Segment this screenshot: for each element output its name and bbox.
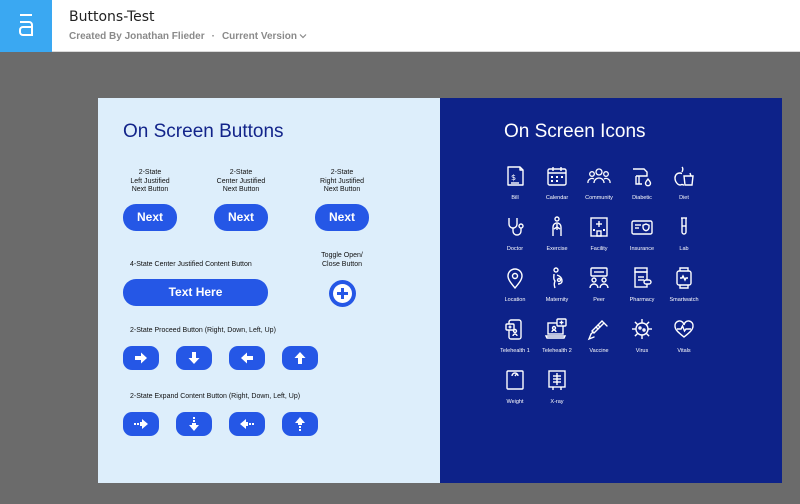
svg-text:$: $ <box>511 173 516 182</box>
icon-x-ray: X-ray <box>535 368 579 414</box>
expand-right-icon <box>134 419 148 429</box>
proceed-caption: 2-State Proceed Button (Right, Down, Lef… <box>130 327 276 334</box>
icon-exercise: Exercise <box>535 215 579 261</box>
toggle-button-caption: Toggle Open/ Close Button <box>321 252 363 268</box>
icon-bill: $ Bill <box>493 164 537 210</box>
plus-icon <box>333 284 352 303</box>
icon-diet: Diet <box>662 164 706 210</box>
center-next-caption: 2-State Center Justified Next Button <box>216 169 266 193</box>
arrow-down-icon <box>188 352 200 364</box>
version-label: Current Version <box>221 31 297 42</box>
icon-weight: Weight <box>493 368 537 414</box>
icon-label: Smartwatch <box>669 297 699 303</box>
app-logo[interactable] <box>0 0 52 52</box>
right-next-caption: 2-State Right Justified Next Button <box>320 169 364 193</box>
buttons-panel-title: On Screen Buttons <box>123 121 284 142</box>
location-icon <box>507 268 523 290</box>
icons-panel-title: On Screen Icons <box>504 121 646 142</box>
proceed-right-button[interactable] <box>123 346 159 370</box>
icon-vaccine: Vaccine <box>577 317 621 363</box>
arrow-left-icon <box>241 352 253 364</box>
x-ray-icon <box>548 370 566 390</box>
left-next-caption: 2-State Left Justified Next Button <box>130 169 170 193</box>
meta-separator: · <box>211 31 215 42</box>
icon-virus: Virus <box>620 317 664 363</box>
virus-icon <box>632 319 652 339</box>
content-button[interactable]: Text Here <box>123 279 268 306</box>
pharmacy-icon <box>634 267 652 288</box>
icon-label: Diet <box>679 195 689 201</box>
expand-up-button[interactable] <box>282 412 318 436</box>
icon-maternity: Maternity <box>535 266 579 312</box>
top-bar: Buttons-Test Created By Jonathan Flieder… <box>0 0 800 52</box>
icon-doctor: Doctor <box>493 215 537 261</box>
insurance-icon <box>631 220 653 235</box>
calendar-icon <box>547 167 567 186</box>
icon-facility: Facility <box>577 215 621 261</box>
icon-telehealth-1: Telehealth 1 <box>493 317 537 363</box>
vitals-icon <box>674 320 694 338</box>
version-dropdown[interactable]: Current Version <box>222 31 307 42</box>
icons-panel: On Screen Icons $ Bill Calendar Communit… <box>440 98 782 483</box>
expand-down-button[interactable] <box>176 412 212 436</box>
icon-location: Location <box>493 266 537 312</box>
vaccine-icon <box>587 320 608 341</box>
proceed-up-button[interactable] <box>282 346 318 370</box>
content-button-caption: 4-State Center Justified Content Button <box>130 261 252 268</box>
right-next-button[interactable]: Next <box>315 204 369 231</box>
diet-icon <box>674 166 694 186</box>
created-by: Created By Jonathan Flieder <box>69 31 205 42</box>
icon-community: Community <box>577 164 621 210</box>
smartwatch-icon <box>676 267 692 289</box>
community-icon <box>587 168 611 184</box>
telehealth-2-icon <box>545 318 567 339</box>
weight-icon <box>506 370 524 390</box>
buttons-panel: On Screen Buttons 2-State Left Justified… <box>98 98 440 483</box>
exercise-icon <box>552 216 562 236</box>
expand-up-icon <box>295 417 305 431</box>
arrow-up-icon <box>294 352 306 364</box>
expand-left-button[interactable] <box>229 412 265 436</box>
expand-caption: 2-State Expand Content Button (Right, Do… <box>130 393 301 400</box>
icon-calendar: Calendar <box>535 164 579 210</box>
icon-pharmacy: Pharmacy <box>620 266 664 312</box>
icon-lab: Lab <box>662 215 706 261</box>
expand-left-icon <box>240 419 254 429</box>
icon-telehealth-2: Telehealth 2 <box>535 317 579 363</box>
maternity-icon <box>553 267 563 289</box>
icon-label: Lab <box>679 246 689 252</box>
expand-down-icon <box>189 417 199 431</box>
document-title: Buttons-Test <box>69 9 155 25</box>
icon-diabetic: Diabetic <box>620 164 664 210</box>
doctor-icon <box>508 218 524 236</box>
icon-peer: Peer <box>577 266 621 312</box>
telehealth-1-icon <box>505 319 522 340</box>
toggle-open-close-button[interactable] <box>329 280 356 307</box>
center-next-button[interactable]: Next <box>214 204 268 231</box>
icon-smartwatch: Smartwatch <box>662 266 706 312</box>
icon-label: Vitals <box>677 348 691 354</box>
peer-icon <box>589 267 609 289</box>
lab-icon <box>681 217 687 235</box>
chevron-down-icon <box>299 34 307 39</box>
expand-right-button[interactable] <box>123 412 159 436</box>
axure-logo-icon <box>19 14 33 36</box>
proceed-left-button[interactable] <box>229 346 265 370</box>
left-next-button[interactable]: Next <box>123 204 177 231</box>
arrow-right-icon <box>135 352 147 364</box>
icon-insurance: Insurance <box>620 215 664 261</box>
facility-icon <box>590 217 608 237</box>
diabetic-icon <box>633 168 652 187</box>
icon-label: X-ray <box>550 399 564 405</box>
bill-icon: $ <box>507 166 524 186</box>
icon-vitals: Vitals <box>662 317 706 363</box>
proceed-down-button[interactable] <box>176 346 212 370</box>
document-meta: Created By Jonathan Flieder · Current Vers… <box>69 31 307 42</box>
